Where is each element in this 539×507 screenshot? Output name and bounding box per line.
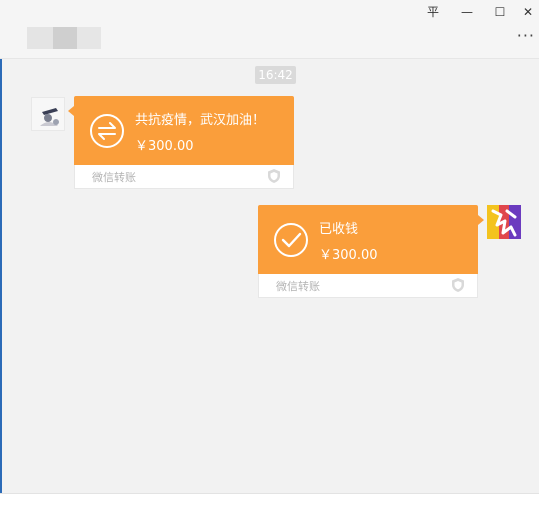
chat-window: 平 — ☐ ✕ ··· 16:42 共抗疫情，武汉加油！ ￥300.00 微信转… (0, 0, 539, 507)
maximize-button[interactable]: ☐ (485, 2, 515, 22)
transfer-amount: ￥300.00 (135, 139, 194, 154)
contact-name-blur (53, 27, 77, 49)
bubble-tail (478, 215, 484, 225)
close-button[interactable]: ✕ (513, 2, 539, 22)
transfer-arrows-icon (90, 114, 124, 148)
avatar-image (32, 98, 64, 130)
transfer-card-footer: 微信转账 (74, 165, 294, 189)
transfer-status: 已收钱 (319, 222, 359, 237)
transfer-note: 共抗疫情，武汉加油！ (135, 113, 266, 128)
avatar-image (487, 205, 521, 239)
window-edge (0, 0, 2, 493)
pin-button[interactable]: 平 (418, 2, 448, 22)
transfer-amount: ￥300.00 (319, 248, 378, 263)
transfer-message-accepted[interactable]: 已收钱 ￥300.00 微信转账 (258, 205, 484, 298)
message-input-area[interactable] (0, 493, 539, 507)
transfer-card-body[interactable]: 共抗疫情，武汉加油！ ￥300.00 (68, 96, 294, 165)
contact-avatar[interactable] (31, 97, 65, 131)
bubble-tail (68, 106, 74, 116)
contact-name-blur (27, 27, 53, 49)
transfer-card-footer: 微信转账 (258, 274, 478, 298)
self-avatar[interactable] (487, 205, 521, 239)
transfer-footer-label: 微信转账 (92, 171, 136, 184)
minimize-button[interactable]: — (452, 2, 482, 22)
message-timestamp: 16:42 (255, 66, 296, 84)
transfer-footer-label: 微信转账 (276, 280, 320, 293)
transfer-message-received[interactable]: 共抗疫情，武汉加油！ ￥300.00 微信转账 (68, 96, 294, 189)
contact-name-blur (77, 27, 101, 49)
more-options-button[interactable]: ··· (517, 28, 535, 44)
transfer-card-body[interactable]: 已收钱 ￥300.00 (258, 205, 484, 274)
check-icon (274, 223, 308, 257)
shield-icon (268, 169, 280, 183)
title-bar: 平 — ☐ ✕ ··· (0, 0, 539, 59)
shield-icon (452, 278, 464, 292)
